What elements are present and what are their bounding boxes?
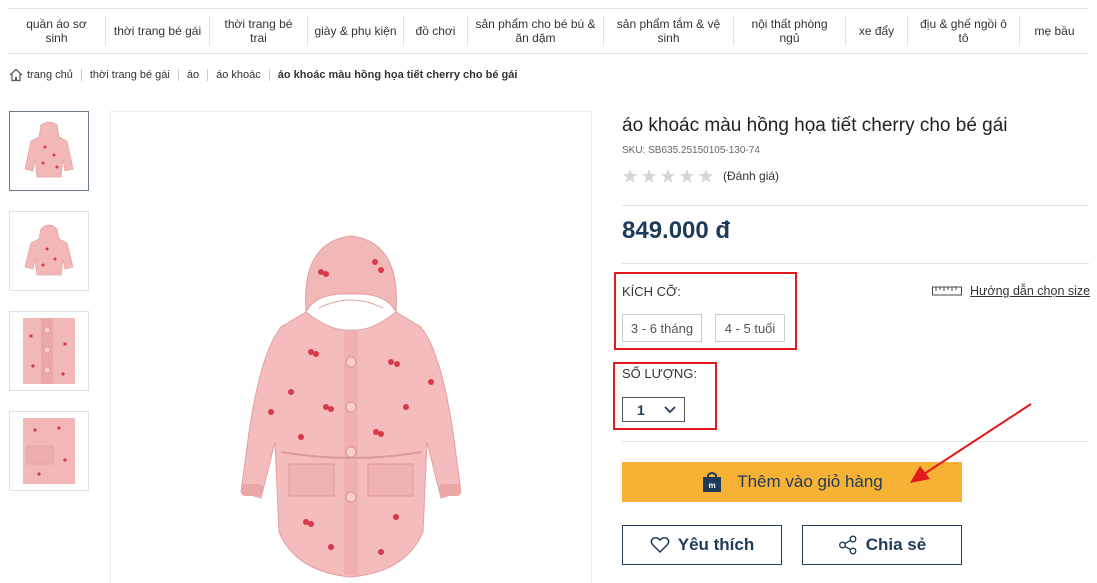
heart-icon	[650, 537, 670, 554]
star-icon[interactable]	[698, 168, 714, 184]
rating-row: (Đánh giá)	[622, 168, 779, 184]
star-icon[interactable]	[660, 168, 676, 184]
home-icon[interactable]	[9, 68, 23, 82]
breadcrumb-jackets[interactable]: áo khoác	[208, 69, 270, 81]
star-icon[interactable]	[679, 168, 695, 184]
nav-item-girls-fashion[interactable]: thời trang bé gái	[106, 16, 210, 46]
nav-item-maternity[interactable]: mẹ bầu	[1020, 16, 1089, 46]
coat-thumbnail-image	[24, 224, 74, 276]
nav-item-nursery-furniture[interactable]: nội thất phòng ngủ	[734, 16, 846, 46]
nav-item-shoes-accessories[interactable]: giày & phụ kiện	[308, 16, 404, 46]
ruler-icon	[932, 286, 962, 296]
nav-item-toys[interactable]: đồ chơi	[404, 16, 468, 46]
product-title: áo khoác màu hồng họa tiết cherry cho bé…	[622, 115, 1008, 136]
svg-text:m: m	[709, 481, 716, 490]
share-icon	[838, 535, 857, 555]
nav-item-carriers-car-seats[interactable]: địu & ghế ngồi ô tô	[908, 16, 1020, 46]
nav-item-bath-hygiene[interactable]: sản phẩm tắm & vệ sinh	[604, 16, 734, 46]
wishlist-button[interactable]: Yêu thích	[622, 525, 782, 565]
divider	[622, 205, 1089, 206]
share-label: Chia sẻ	[865, 535, 927, 554]
product-thumbnail-3[interactable]	[9, 311, 89, 391]
annotation-highlight-size	[614, 272, 797, 350]
nav-item-feeding[interactable]: sản phẩm cho bé bú & ăn dặm	[468, 16, 604, 46]
wishlist-label: Yêu thích	[677, 535, 755, 554]
product-thumbnail-1[interactable]	[9, 111, 89, 191]
shopping-bag-icon: m	[703, 472, 722, 492]
product-thumbnail-4[interactable]	[9, 411, 89, 491]
main-product-image[interactable]	[110, 111, 592, 583]
coat-pocket-thumbnail-image	[23, 418, 75, 484]
star-icon[interactable]	[622, 168, 638, 184]
top-navigation: quần áo sơ sinh thời trang bé gái thời t…	[8, 8, 1089, 54]
breadcrumb: trang chủ thời trang bé gái áo áo khoác …	[9, 67, 525, 83]
annotation-highlight-quantity	[613, 362, 717, 430]
review-link[interactable]: (Đánh giá)	[723, 169, 779, 183]
add-to-cart-label: Thêm vào giỏ hàng	[737, 472, 883, 491]
coat-detail-thumbnail-image	[23, 318, 75, 384]
nav-item-newborn-clothes[interactable]: quần áo sơ sinh	[8, 16, 106, 46]
divider	[622, 441, 1089, 442]
breadcrumb-girls-fashion[interactable]: thời trang bé gái	[82, 69, 179, 81]
star-icon[interactable]	[641, 168, 657, 184]
coat-thumbnail-image	[24, 121, 74, 178]
breadcrumb-home[interactable]: trang chủ	[23, 69, 82, 81]
divider	[622, 263, 1089, 264]
size-guide-label[interactable]: Hướng dẫn chọn size	[970, 284, 1090, 298]
breadcrumb-current-product: áo khoác màu hồng họa tiết cherry cho bé…	[277, 69, 518, 81]
breadcrumb-tops[interactable]: áo	[179, 69, 209, 81]
nav-item-boys-fashion[interactable]: thời trang bé trai	[210, 16, 308, 46]
size-guide-link[interactable]: Hướng dẫn chọn size	[932, 284, 1090, 298]
pink-cherry-coat-image	[240, 235, 462, 578]
product-price: 849.000 đ	[622, 217, 731, 244]
add-to-cart-button[interactable]: m Thêm vào giỏ hàng	[622, 462, 962, 502]
share-button[interactable]: Chia sẻ	[802, 525, 962, 565]
nav-item-strollers[interactable]: xe đẩy	[846, 16, 908, 46]
product-sku: SKU: SB635.25150105-130-74	[622, 145, 760, 156]
product-thumbnail-2[interactable]	[9, 211, 89, 291]
